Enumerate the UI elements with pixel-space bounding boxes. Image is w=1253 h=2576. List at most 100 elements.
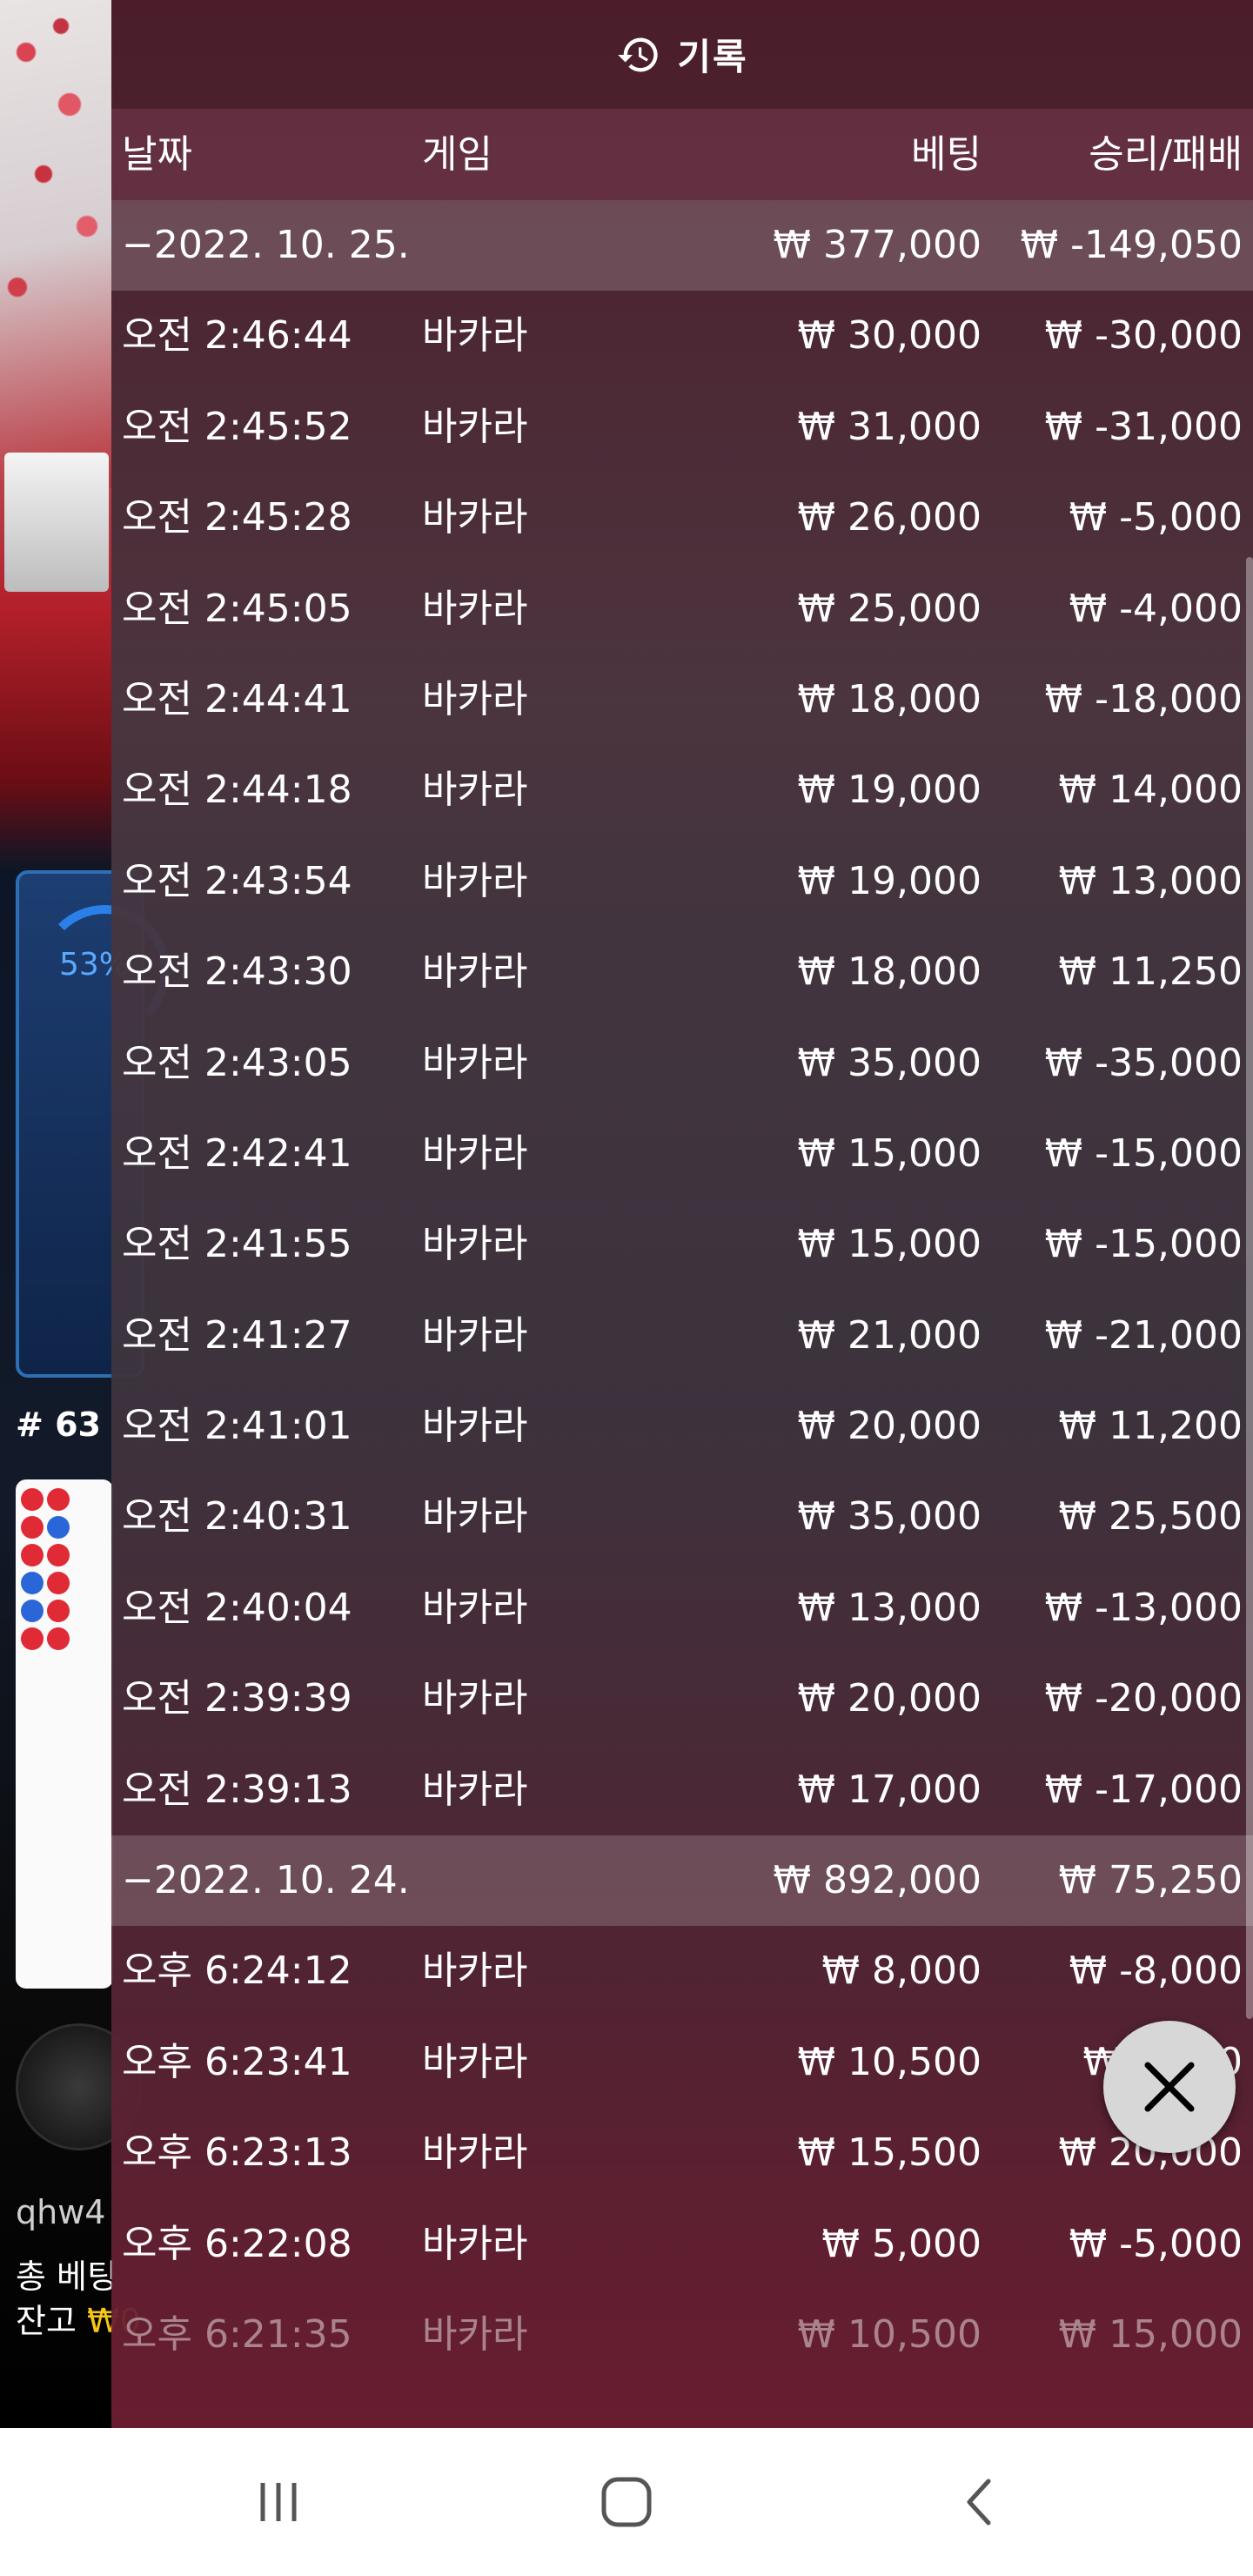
row-date: 오전 2:40:04 bbox=[122, 1585, 352, 1630]
row-win-loss: ₩ 14,000 bbox=[1058, 768, 1243, 813]
row-bet: ₩ 31,000 bbox=[797, 404, 982, 449]
row-win-loss: ₩ -5,000 bbox=[1069, 2221, 1243, 2266]
row-date: 오후 6:23:13 bbox=[122, 2130, 352, 2176]
history-row[interactable]: 오전 2:45:52 바카라 ₩ 31,000 ₩ -31,000 bbox=[111, 382, 1253, 473]
day-summary-row[interactable]: −2022. 10. 24. ₩ 892,000 ₩ 75,250 bbox=[111, 1835, 1253, 1927]
history-row[interactable]: 오전 2:43:05 바카라 ₩ 35,000 ₩ -35,000 bbox=[111, 1018, 1253, 1109]
row-bet: ₩ 5,000 bbox=[821, 2221, 982, 2266]
history-row[interactable]: 오후 6:23:13 바카라 ₩ 15,500 ₩ 20,000 bbox=[111, 2108, 1253, 2198]
history-row[interactable]: 오전 2:45:05 바카라 ₩ 25,000 ₩ -4,000 bbox=[111, 564, 1253, 654]
row-date: 오전 2:44:18 bbox=[122, 768, 352, 813]
row-game: 바카라 bbox=[422, 495, 528, 540]
history-row[interactable]: 오전 2:41:55 바카라 ₩ 15,000 ₩ -15,000 bbox=[111, 1199, 1253, 1290]
row-game: 바카라 bbox=[422, 1676, 528, 1721]
row-bet: ₩ 18,000 bbox=[797, 949, 982, 995]
history-row[interactable]: 오후 6:22:08 바카라 ₩ 5,000 ₩ -5,000 bbox=[111, 2199, 1253, 2290]
row-game: 바카라 bbox=[422, 1949, 528, 1994]
row-win-loss: ₩ 13,000 bbox=[1058, 858, 1243, 903]
row-game: 바카라 bbox=[422, 1312, 528, 1358]
row-date: 오전 2:43:30 bbox=[122, 949, 352, 995]
row-bet: ₩ 10,500 bbox=[797, 2039, 982, 2084]
row-bet: ₩ 13,000 bbox=[797, 1585, 982, 1630]
history-row[interactable]: 오후 6:21:35 바카라 ₩ 10,500 ₩ 15,000 bbox=[111, 2290, 1253, 2380]
row-bet: ₩ 18,000 bbox=[797, 676, 982, 721]
history-row[interactable]: 오전 2:44:41 바카라 ₩ 18,000 ₩ -18,000 bbox=[111, 654, 1253, 745]
history-row[interactable]: 오전 2:41:01 바카라 ₩ 20,000 ₩ 11,200 bbox=[111, 1381, 1253, 1472]
total-bet-label: 총 베팅 bbox=[16, 2257, 117, 2296]
history-clock-icon bbox=[618, 37, 658, 71]
column-game: 게임 bbox=[422, 132, 492, 177]
row-date: 오전 2:45:52 bbox=[122, 404, 352, 449]
column-date: 날짜 bbox=[122, 132, 192, 177]
history-row[interactable]: 오전 2:46:44 바카라 ₩ 30,000 ₩ -30,000 bbox=[111, 291, 1253, 381]
row-bet: ₩ 15,000 bbox=[797, 1130, 982, 1176]
row-win-loss: ₩ -5,000 bbox=[1069, 495, 1243, 540]
row-date: 오전 2:46:44 bbox=[122, 313, 352, 359]
back-button[interactable] bbox=[928, 2467, 1032, 2537]
row-date: 오전 2:45:05 bbox=[122, 586, 352, 631]
row-win-loss: ₩ -4,000 bbox=[1069, 586, 1243, 631]
row-game: 바카라 bbox=[422, 404, 528, 449]
history-row[interactable]: 오전 2:40:04 바카라 ₩ 13,000 ₩ -13,000 bbox=[111, 1563, 1253, 1654]
road-dot bbox=[21, 1572, 44, 1594]
row-game: 바카라 bbox=[422, 2039, 528, 2084]
history-row[interactable]: 오전 2:39:13 바카라 ₩ 17,000 ₩ -17,000 bbox=[111, 1745, 1253, 1835]
history-row[interactable]: 오후 6:24:12 바카라 ₩ 8,000 ₩ -8,000 bbox=[111, 1926, 1253, 2016]
day-summary-row[interactable]: −2022. 10. 25. ₩ 377,000 ₩ -149,050 bbox=[111, 200, 1253, 292]
history-row[interactable]: 오전 2:40:31 바카라 ₩ 35,000 ₩ 25,500 bbox=[111, 1472, 1253, 1562]
row-bet: ₩ 35,000 bbox=[797, 1494, 982, 1540]
close-button[interactable] bbox=[1103, 2021, 1236, 2153]
back-icon bbox=[967, 2479, 991, 2526]
row-game: 바카라 bbox=[422, 1040, 528, 1085]
row-bet: ₩ 20,000 bbox=[797, 1676, 982, 1721]
close-x-icon bbox=[1144, 2062, 1195, 2112]
row-game: 바카라 bbox=[422, 1767, 528, 1812]
history-row[interactable]: 오전 2:43:30 바카라 ₩ 18,000 ₩ 11,250 bbox=[111, 927, 1253, 1017]
row-win-loss: ₩ -15,000 bbox=[1044, 1222, 1243, 1267]
history-row[interactable]: 오전 2:45:28 바카라 ₩ 26,000 ₩ -5,000 bbox=[111, 473, 1253, 563]
balance-label: 잔고 bbox=[16, 2302, 77, 2340]
card-shoe bbox=[4, 453, 109, 592]
row-game: 바카라 bbox=[422, 1222, 528, 1267]
history-row[interactable]: 오전 2:42:41 바카라 ₩ 15,000 ₩ -15,000 bbox=[111, 1109, 1253, 1199]
row-game: 바카라 bbox=[422, 1130, 528, 1176]
row-date: 오전 2:43:05 bbox=[122, 1040, 352, 1085]
row-bet: ₩ 15,500 bbox=[797, 2130, 982, 2176]
screen: 53% # 63 qhw4 총 베팅 잔고 ₩0 bbox=[0, 0, 1253, 2576]
road-dot bbox=[47, 1516, 70, 1539]
row-win-loss: ₩ -21,000 bbox=[1044, 1312, 1243, 1358]
row-date: 오전 2:39:39 bbox=[122, 1676, 352, 1721]
panel-header: 기록 bbox=[111, 0, 1253, 109]
history-row[interactable]: 오전 2:39:39 바카라 ₩ 20,000 ₩ -20,000 bbox=[111, 1654, 1253, 1744]
row-date: 오전 2:39:13 bbox=[122, 1767, 352, 1812]
row-win-loss: ₩ -17,000 bbox=[1044, 1767, 1243, 1812]
history-list[interactable]: −2022. 10. 25. ₩ 377,000 ₩ -149,050 오전 2:46… bbox=[111, 200, 1253, 2380]
road-dot bbox=[21, 1488, 44, 1511]
row-bet: ₩ 26,000 bbox=[797, 495, 982, 540]
row-bet: ₩ 19,000 bbox=[797, 768, 982, 813]
row-game: 바카라 bbox=[422, 949, 528, 995]
scrollbar[interactable] bbox=[1246, 557, 1253, 2019]
column-win-loss: 승리/패배 bbox=[1089, 132, 1243, 177]
row-date: 오전 2:43:54 bbox=[122, 858, 352, 903]
bead-road-map bbox=[16, 1479, 113, 1989]
history-row[interactable]: 오후 6:23:41바카라₩ 10,500₩ 7,000 bbox=[111, 2017, 1253, 2108]
history-row[interactable]: 오전 2:43:54 바카라 ₩ 19,000 ₩ 13,000 bbox=[111, 836, 1253, 927]
row-bet: ₩ 17,000 bbox=[797, 1767, 982, 1812]
round-number: # 63 bbox=[16, 1405, 101, 1444]
row-game: 바카라 bbox=[422, 768, 528, 813]
row-win-loss: ₩ -149,050 bbox=[1020, 223, 1243, 267]
history-panel: 기록 날짜 게임 베팅 승리/패배 −2022. 10. 25. ₩ 377,00… bbox=[111, 0, 1253, 2428]
row-win-loss: ₩ -35,000 bbox=[1044, 1040, 1243, 1085]
row-bet: ₩ 21,000 bbox=[797, 1312, 982, 1358]
row-date: 오전 2:44:41 bbox=[122, 676, 352, 721]
home-button[interactable] bbox=[574, 2467, 679, 2537]
row-win-loss: ₩ -30,000 bbox=[1044, 313, 1243, 359]
row-date: −2022. 10. 24. bbox=[122, 1858, 410, 1903]
row-win-loss: ₩ 11,250 bbox=[1058, 949, 1243, 995]
row-bet: ₩ 377,000 bbox=[773, 223, 982, 267]
history-row[interactable]: 오전 2:41:27 바카라 ₩ 21,000 ₩ -21,000 bbox=[111, 1291, 1253, 1381]
recent-apps-button[interactable] bbox=[226, 2467, 331, 2537]
row-bet: ₩ 30,000 bbox=[797, 313, 982, 359]
history-row[interactable]: 오전 2:44:18 바카라 ₩ 19,000 ₩ 14,000 bbox=[111, 745, 1253, 835]
